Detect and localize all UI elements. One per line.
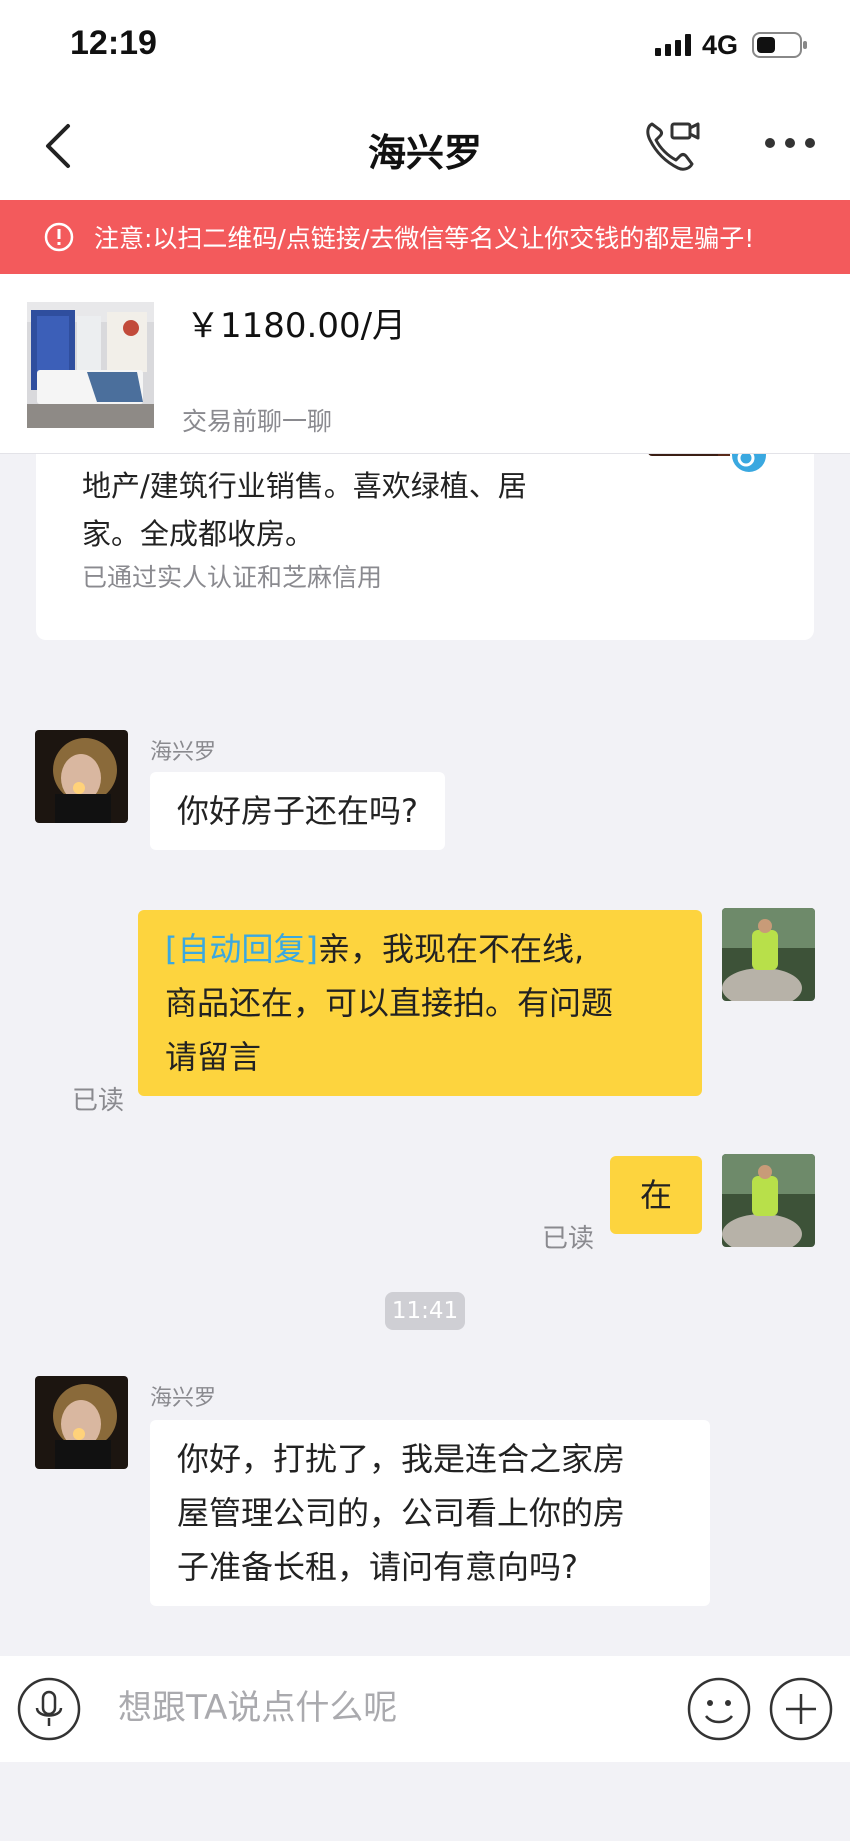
- sender-avatar[interactable]: [35, 1376, 128, 1469]
- sender-name: 海兴罗: [150, 740, 217, 765]
- page-title: 海兴罗: [367, 131, 482, 175]
- emoji-icon[interactable]: [686, 1676, 752, 1742]
- timestamp-pill: 11:41: [385, 1292, 465, 1330]
- message-input[interactable]: [118, 1680, 658, 1736]
- nav-bar: 海兴罗: [0, 92, 850, 200]
- message-bubble[interactable]: 你好，打扰了，我是连合之家房 屋管理公司的，公司看上你的房 子准备长租，请问有意…: [150, 1420, 710, 1606]
- profile-bio: 现居四川成都。90后双子座男生。房 地产/建筑行业销售。喜欢绿植、居 家。全成都…: [82, 454, 602, 558]
- message-bubble[interactable]: 你好房子还在吗?: [150, 772, 445, 850]
- message-line: 屋管理公司的，公司看上你的房: [177, 1494, 626, 1532]
- product-thumbnail[interactable]: [27, 302, 154, 428]
- more-icon[interactable]: [764, 132, 816, 154]
- product-card[interactable]: ￥1180.00/月 交易前聊一聊: [0, 274, 850, 454]
- male-gender-icon: [730, 454, 768, 474]
- status-bar: 12:19 4G: [0, 0, 850, 92]
- profile-bio-line: 地产/建筑行业销售。喜欢绿植、居: [82, 469, 527, 503]
- read-receipt: 已读: [542, 1224, 595, 1254]
- product-subtitle: 交易前聊一聊: [182, 407, 333, 436]
- plus-icon[interactable]: [768, 1676, 834, 1742]
- network-label: 4G: [702, 30, 739, 60]
- sender-avatar[interactable]: [35, 730, 128, 823]
- bottom-safe-area: [0, 1762, 850, 1841]
- battery-icon: [752, 32, 807, 58]
- product-price: ￥1180.00/月: [186, 306, 407, 346]
- video-call-icon[interactable]: [642, 116, 700, 174]
- message-line: 你好，打扰了，我是连合之家房: [177, 1440, 626, 1478]
- profile-bio-line: 家。全成都收房。: [82, 517, 315, 551]
- my-avatar[interactable]: [722, 1154, 815, 1247]
- status-time: 12:19: [70, 24, 157, 62]
- message-input-bar: [0, 1656, 850, 1762]
- chat-area[interactable]: 现居四川成都。90后双子座男生。房 地产/建筑行业销售。喜欢绿植、居 家。全成都…: [0, 454, 850, 1656]
- signal-icon: [655, 34, 691, 56]
- seller-profile-card: 现居四川成都。90后双子座男生。房 地产/建筑行业销售。喜欢绿植、居 家。全成都…: [36, 454, 814, 640]
- fraud-warning-banner: 注意:以扫二维码/点链接/去微信等名义让你交钱的都是骗子!: [0, 200, 850, 274]
- info-icon: [44, 222, 74, 252]
- my-avatar[interactable]: [722, 908, 815, 1001]
- message-line: 商品还在，可以直接拍。有问题: [165, 984, 614, 1022]
- message-text: 亲，我现在不在线,: [317, 930, 585, 968]
- message-text: 你好房子还在吗?: [177, 792, 418, 830]
- message-line: [自动回复]亲，我现在不在线,: [165, 922, 675, 976]
- read-receipt: 已读: [72, 1086, 125, 1116]
- message-text: 在: [639, 1176, 672, 1214]
- warning-text: 注意:以扫二维码/点链接/去微信等名义让你交钱的都是骗子!: [94, 224, 755, 253]
- profile-bio-line: 现居四川成都。90后双子座男生。房: [82, 454, 602, 462]
- sender-name: 海兴罗: [150, 1386, 217, 1411]
- message-bubble[interactable]: 在: [610, 1156, 702, 1234]
- message-line: 请留言: [165, 1038, 262, 1076]
- microphone-icon[interactable]: [16, 1676, 82, 1742]
- message-line: 子准备长租，请问有意向吗?: [177, 1548, 578, 1586]
- auto-reply-tag: [自动回复]: [165, 930, 318, 968]
- message-bubble[interactable]: [自动回复]亲，我现在不在线, 商品还在，可以直接拍。有问题 请留言: [138, 910, 702, 1096]
- verification-text: 已通过实人认证和芝麻信用: [82, 563, 383, 592]
